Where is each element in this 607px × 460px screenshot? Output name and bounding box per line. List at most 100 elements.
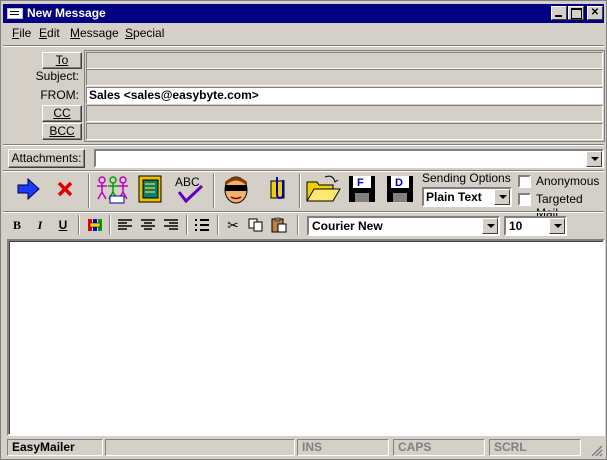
toolbar-separator — [88, 174, 90, 208]
font-size-value: 10 — [509, 219, 523, 233]
paste-clipboard-icon — [271, 217, 287, 233]
notebook-icon — [138, 175, 162, 203]
font-family-arrow[interactable] — [482, 218, 498, 234]
delete-x-icon — [57, 181, 73, 197]
sending-options-label: Sending Options — [422, 171, 511, 185]
bullet-list-button[interactable] — [192, 216, 212, 234]
color-palette-icon — [88, 219, 102, 231]
cc-button[interactable]: CC — [42, 105, 82, 122]
new-message-window: New Message ✕ File Edit Message Special … — [0, 0, 607, 460]
spell-check-button[interactable]: ABC — [173, 174, 203, 204]
bcc-field[interactable] — [86, 123, 603, 140]
header-divider — [3, 144, 604, 146]
resize-grip[interactable] — [589, 443, 603, 457]
status-caps-indicator: CAPS — [393, 439, 485, 456]
targeted-mail-checkbox[interactable] — [518, 193, 531, 206]
format-separator — [186, 215, 188, 235]
address-book-people-button[interactable] — [95, 174, 129, 204]
align-right-icon — [164, 219, 178, 230]
attach-file-button[interactable] — [263, 174, 293, 204]
bcc-button[interactable]: BCC — [42, 123, 82, 140]
menu-file[interactable]: File — [12, 26, 31, 40]
attachments-button[interactable]: Attachments: — [8, 149, 85, 168]
underline-button[interactable]: U — [53, 216, 73, 234]
delete-button[interactable] — [50, 174, 80, 204]
status-message-pane — [105, 439, 295, 456]
anonymous-sender-button[interactable] — [221, 174, 251, 204]
spellcheck-icon: ABC — [175, 175, 203, 204]
align-right-button[interactable] — [161, 216, 181, 234]
notebook-button[interactable] — [135, 174, 165, 204]
abc-text: ABC — [175, 175, 200, 189]
menu-divider — [3, 45, 604, 47]
cut-button[interactable]: ✂ — [223, 216, 243, 234]
toolbar-divider-top — [3, 170, 604, 172]
format-separator — [109, 215, 111, 235]
bullet-list-icon — [195, 218, 209, 231]
message-body-editor[interactable] — [7, 239, 605, 436]
save-d-letter: D — [395, 177, 403, 189]
resize-grip-icon — [591, 445, 603, 457]
save-draft-button[interactable]: D — [385, 174, 415, 204]
anonymous-checkbox[interactable] — [518, 175, 531, 188]
people-icon — [97, 176, 128, 204]
format-separator — [297, 215, 299, 235]
paperclip-icon — [270, 177, 285, 200]
floppy-disk-d-icon: D — [387, 176, 413, 202]
align-left-icon — [118, 219, 132, 230]
menu-special[interactable]: Special — [125, 26, 164, 40]
masked-face-icon — [224, 176, 248, 204]
to-button[interactable]: To — [42, 52, 82, 69]
mail-window-icon[interactable] — [7, 8, 23, 19]
format-separator — [78, 215, 80, 235]
status-app-name: EasyMailer — [7, 439, 103, 456]
scissors-icon: ✂ — [227, 216, 239, 233]
maximize-button[interactable] — [568, 6, 584, 20]
align-center-button[interactable] — [138, 216, 158, 234]
attachments-dropdown[interactable] — [94, 149, 604, 168]
open-folder-icon — [306, 175, 341, 202]
toolbar-divider-bottom — [3, 211, 604, 213]
font-family-value: Courier New — [312, 219, 383, 233]
toolbar-separator — [299, 174, 301, 208]
toolbar-separator — [213, 174, 215, 208]
format-separator — [217, 215, 219, 235]
save-f-letter: F — [357, 177, 364, 189]
attachments-dropdown-arrow[interactable] — [586, 151, 602, 167]
subject-field[interactable] — [86, 69, 603, 86]
sending-format-select[interactable]: Plain Text — [422, 187, 512, 207]
from-label: FROM: — [40, 88, 79, 102]
font-size-arrow[interactable] — [549, 218, 565, 234]
copy-icon — [248, 218, 263, 232]
window-title: New Message — [27, 6, 106, 20]
copy-button[interactable] — [246, 216, 266, 234]
menu-edit[interactable]: Edit — [39, 26, 60, 40]
close-button[interactable]: ✕ — [587, 6, 603, 20]
color-button[interactable] — [85, 216, 105, 234]
menu-message[interactable]: Message — [70, 26, 119, 40]
title-bar[interactable]: New Message ✕ — [3, 4, 604, 23]
italic-button[interactable]: I — [30, 216, 50, 234]
cc-field[interactable] — [86, 105, 603, 122]
send-button[interactable] — [13, 174, 43, 204]
bold-button[interactable]: B — [7, 216, 27, 234]
minimize-button[interactable] — [551, 6, 567, 20]
status-scrl-indicator: SCRL — [489, 439, 581, 456]
font-family-select[interactable]: Courier New — [307, 216, 500, 236]
sending-format-arrow[interactable] — [494, 189, 510, 205]
align-center-icon — [141, 219, 155, 230]
floppy-disk-f-icon: F — [349, 176, 375, 202]
attachments-button-label: Attachments: — [11, 151, 82, 165]
paste-button[interactable] — [269, 216, 289, 234]
send-arrow-icon — [17, 178, 40, 200]
status-ins-indicator: INS — [297, 439, 389, 456]
open-folder-button[interactable] — [305, 174, 341, 204]
save-file-button[interactable]: F — [347, 174, 377, 204]
align-left-button[interactable] — [115, 216, 135, 234]
anonymous-label: Anonymous — [536, 174, 600, 188]
from-field[interactable]: Sales <sales@easybyte.com> — [86, 87, 603, 104]
font-size-select[interactable]: 10 — [504, 216, 567, 236]
sending-format-value: Plain Text — [426, 190, 482, 204]
to-field[interactable] — [86, 52, 603, 69]
subject-label: Subject: — [35, 69, 79, 83]
